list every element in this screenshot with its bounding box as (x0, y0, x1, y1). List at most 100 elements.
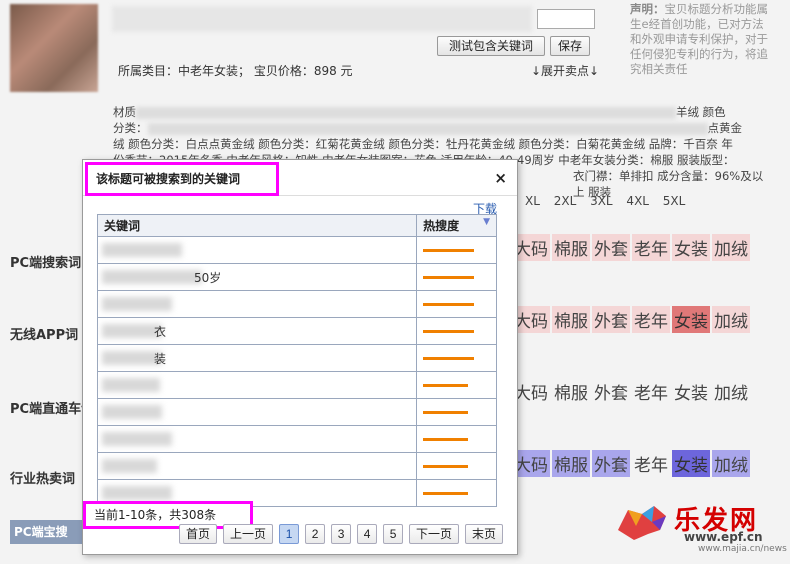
keyword-cell (96, 452, 418, 480)
table-row[interactable]: 衣 (96, 317, 497, 345)
section-label-wireless: 无线APP词 (10, 328, 79, 343)
keyword-cell (96, 371, 418, 399)
heat-bar (423, 383, 469, 387)
keyword-text (104, 243, 174, 257)
heat-cell (416, 452, 497, 480)
keyword-cell: 50岁 (96, 263, 418, 291)
save-button[interactable]: 保存 (550, 36, 590, 56)
next-page-button[interactable]: 下一页 (409, 524, 460, 544)
heat-bar (423, 302, 475, 306)
section-label-hot-sale: 行业热卖词 (10, 472, 76, 487)
keyword-text (104, 297, 164, 311)
col-header-heat[interactable]: 热搜度 ▼ (416, 214, 497, 237)
last-page-button[interactable]: 末页 (465, 524, 504, 544)
heat-bar (423, 248, 475, 252)
heat-cell (416, 479, 497, 507)
keyword-chip: 加绒 (714, 384, 748, 404)
table-row[interactable] (96, 398, 497, 426)
page-button-3[interactable]: 3 (331, 524, 352, 544)
keyword-chip: 老年 (632, 306, 670, 333)
tab-pc-search[interactable]: PC端宝搜 (10, 520, 90, 544)
keyword-cell: 衣 (96, 317, 418, 345)
modal-header: 该标题可被搜索到的关键词 × (83, 160, 517, 196)
logo-sub-url: www.majia.cn/news (698, 544, 787, 554)
keyword-chip: 外套 (594, 384, 628, 404)
page-button-5[interactable]: 5 (383, 524, 404, 544)
keyword-chip: 棉服 (554, 384, 588, 404)
keyword-chip: 女装 (674, 384, 708, 404)
modal-title: 该标题可被搜索到的关键词 (85, 162, 279, 196)
site-logo: 乐发网 www.epf.cn www.majia.cn/news (614, 500, 787, 554)
keyword-text (104, 459, 149, 473)
keyword-chip: 女装 (672, 306, 710, 333)
test-keywords-button[interactable]: 测试包含关键词 (437, 36, 545, 56)
product-title-blurred (112, 6, 532, 32)
heat-cell (416, 290, 497, 318)
heat-bar (423, 464, 469, 468)
table-row[interactable] (96, 452, 497, 480)
heat-cell (416, 317, 497, 345)
heat-cell (416, 398, 497, 426)
heat-bar (423, 329, 475, 333)
heat-cell (416, 425, 497, 453)
table-row[interactable] (96, 290, 497, 318)
table-row[interactable]: 50岁 (96, 263, 497, 291)
keyword-chip: 加绒 (712, 234, 750, 261)
keyword-text (104, 378, 152, 392)
notice-title: 声明： (630, 2, 665, 16)
heat-cell (416, 371, 497, 399)
keyword-text (104, 486, 164, 500)
sort-down-icon[interactable]: ▼ (483, 217, 490, 227)
keyword-row-hot-sale: 大码 棉服 外套 老年 女装 加绒 (512, 450, 750, 477)
keyword-chip: 女装 (672, 450, 710, 477)
attr-line1-suffix: 羊绒 颜色 (676, 105, 726, 119)
col-heat-label: 热搜度 (423, 219, 460, 233)
heat-bar (423, 275, 475, 279)
table-row[interactable] (96, 236, 497, 264)
keyword-row-pc-search: 大码 棉服 外套 老年 女装 加绒 (512, 234, 750, 261)
keyword-chip: 外套 (592, 306, 630, 333)
prev-page-button[interactable]: 上一页 (223, 524, 274, 544)
keyword-cell (96, 425, 418, 453)
first-page-button[interactable]: 首页 (179, 524, 218, 544)
keyword-chip: 棉服 (552, 450, 590, 477)
attr-line2-suffix: 点黄金 (707, 121, 743, 135)
keyword-chip: 外套 (592, 450, 630, 477)
attr-line1-prefix: 材质 (113, 105, 136, 119)
table-row[interactable] (96, 425, 497, 453)
title-input[interactable] (537, 9, 595, 29)
heat-cell (416, 344, 497, 372)
keyword-cell (96, 398, 418, 426)
keyword-chip: 老年 (634, 384, 668, 404)
keyword-chip: 外套 (592, 234, 630, 261)
keyword-table: 关键词 热搜度 ▼ 50岁衣装 (96, 214, 497, 507)
heat-bar (423, 491, 469, 495)
keyword-chip: 老年 (634, 456, 668, 476)
keyword-text (104, 405, 154, 419)
keyword-chip: 棉服 (552, 306, 590, 333)
size-row: XL 2XL 3XL 4XL 5XL (525, 194, 686, 208)
page-button-4[interactable]: 4 (357, 524, 378, 544)
expand-selling-points-link[interactable]: ↓展开卖点↓ (531, 62, 599, 79)
pagination: 首页 上一页 1 2 3 4 5 下一页 末页 (179, 524, 504, 544)
attr-line3: 绒 颜色分类：白点点黄金绒 颜色分类：红菊花黄金绒 颜色分类：牡丹花黄金绒 颜色… (113, 137, 733, 151)
col-header-keyword: 关键词 (96, 214, 418, 237)
bull-icon (618, 506, 666, 540)
keyword-text: 衣 (154, 324, 167, 339)
logo-url: www.epf.cn (684, 530, 763, 544)
attr-line2-prefix: 分类： (113, 121, 148, 135)
keyword-cell (96, 290, 418, 318)
blurred-text (147, 122, 708, 135)
keyword-chip: 老年 (632, 234, 670, 261)
heat-cell (416, 236, 497, 264)
blurred-text (136, 106, 676, 119)
table-row[interactable] (96, 371, 497, 399)
table-row[interactable]: 装 (96, 344, 497, 372)
product-thumbnail (10, 4, 98, 92)
keyword-cell (96, 236, 418, 264)
page-button-1[interactable]: 1 (279, 524, 300, 544)
close-icon[interactable]: × (494, 169, 507, 187)
keywords-modal: 该标题可被搜索到的关键词 × 下载 关键词 热搜度 ▼ 50岁衣装 当前1-10条… (82, 159, 518, 555)
page-button-2[interactable]: 2 (305, 524, 326, 544)
notice: 声明：宝贝标题分析功能属生e经首创功能，已对方法和外观申请专利保护，对于任何侵犯… (630, 2, 770, 77)
